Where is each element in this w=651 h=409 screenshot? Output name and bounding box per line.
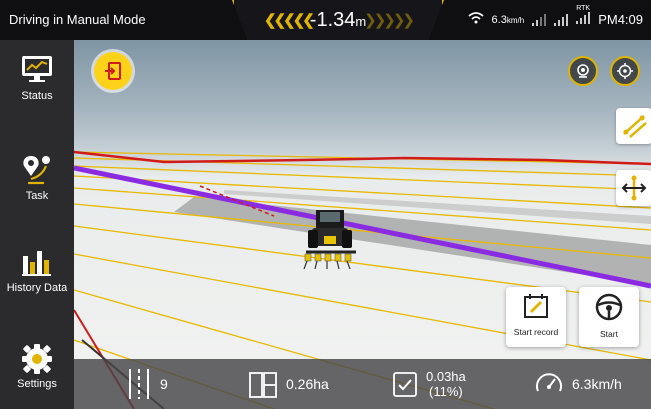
locate-button[interactable] <box>610 56 640 86</box>
exit-button[interactable] <box>94 52 132 90</box>
speed-stat: 6.3km/h <box>534 359 622 409</box>
map-view[interactable]: Start record Start <box>74 40 651 409</box>
gear-icon <box>20 342 54 374</box>
total-area-value: 0.26ha <box>286 376 329 392</box>
sidebar-item-status[interactable]: Status <box>0 54 74 102</box>
steering-wheel-icon <box>595 293 623 321</box>
worked-area-percent: (11%) <box>429 384 463 399</box>
driving-mode-label: Driving in Manual Mode <box>9 12 146 27</box>
status-bar: Driving in Manual Mode ❮❮❮❮❮ -1.34m ❯❯❯❯… <box>0 0 651 44</box>
shift-line-button[interactable] <box>616 170 651 206</box>
monitor-chart-icon <box>20 54 54 86</box>
start-label: Start <box>600 329 618 339</box>
sidebar-item-label: Task <box>25 190 49 202</box>
worked-area-stat: 0.03ha (11%) <box>392 359 466 409</box>
worked-area-value: 0.03ha <box>426 369 466 384</box>
camera-icon <box>577 64 589 78</box>
speed-value: 6.3km/h <box>572 376 622 392</box>
signal-icon <box>532 13 547 26</box>
checklist-icon <box>393 372 417 397</box>
cellular-signal-icon <box>554 13 569 26</box>
field-guidance-lines <box>74 150 651 409</box>
start-record-label: Start record <box>513 327 559 337</box>
camera-button[interactable] <box>568 56 598 86</box>
sidebar-item-label: Status <box>21 90 53 102</box>
line-count-stat: 9 <box>126 359 168 409</box>
start-button[interactable]: Start <box>579 287 639 347</box>
speedometer-icon <box>536 373 562 392</box>
system-status: 6.3km/h RTK PM4:09 <box>468 5 643 27</box>
worked-area-values: 0.03ha (11%) <box>426 369 466 399</box>
sidebar-item-history-data[interactable]: History Data <box>0 246 74 294</box>
sidebar-item-task[interactable]: Task <box>0 154 74 202</box>
sidebar: Status Task History Data Settings <box>0 40 74 409</box>
right-chevrons-icon: ❯❯❯❯❯ <box>364 12 415 29</box>
start-record-button[interactable]: Start record <box>506 287 566 347</box>
ab-line-icon <box>623 115 647 138</box>
rtk-signal: RTK <box>576 5 591 27</box>
clock: PM4:09 <box>598 12 643 27</box>
route-pin-icon <box>20 154 54 186</box>
sidebar-item-label: History Data <box>6 282 68 294</box>
shift-arrows-icon <box>621 175 647 201</box>
line-count-value: 9 <box>160 376 168 392</box>
sidebar-item-label: Settings <box>17 378 57 390</box>
exit-icon <box>105 62 121 80</box>
bar-chart-icon <box>20 246 54 278</box>
ab-line-button[interactable] <box>616 108 651 144</box>
wifi-icon <box>468 12 484 27</box>
crosshair-icon <box>617 63 633 79</box>
rtk-signal-icon <box>576 12 591 24</box>
speed-small: 6.3km/h <box>491 13 525 26</box>
deviation-indicator: ❮❮❮❮❮ -1.34m ❯❯❯❯❯ <box>232 0 444 44</box>
sidebar-item-settings[interactable]: Settings <box>0 342 74 390</box>
total-area-stat: 0.26ha <box>248 359 329 409</box>
record-edit-icon <box>524 294 548 318</box>
guide-lines-icon <box>129 369 149 399</box>
field-area-icon <box>249 372 277 398</box>
stats-bar: 9 0.26ha 0.03ha (11%) 6.3km/h <box>74 359 651 409</box>
